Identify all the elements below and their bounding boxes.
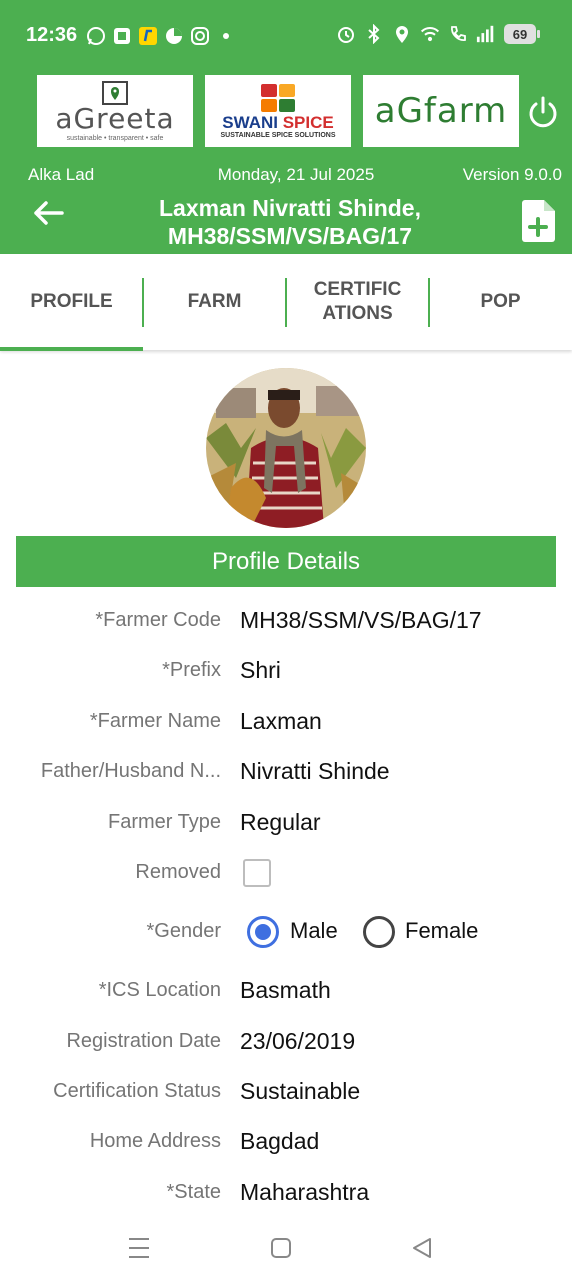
swani-spice-logo: SWANI SPICE SUSTAINABLE SPICE SOLUTIONS: [205, 75, 351, 147]
app-header: aGreeta sustainable • transparent • safe…: [0, 64, 572, 254]
agreeta-tagline: sustainable • transparent • safe: [66, 134, 164, 142]
app-version: Version 9.0.0: [462, 165, 562, 184]
prefix-row: *Prefix Shri: [0, 651, 572, 691]
arrow-left-icon: [34, 201, 64, 225]
gender-male-label[interactable]: Male: [290, 918, 338, 944]
farmer-type-label: Farmer Type: [108, 811, 221, 833]
tab-certifications[interactable]: CERTIFIC ATIONS: [286, 254, 429, 350]
back-button[interactable]: [30, 197, 70, 229]
removed-checkbox[interactable]: [243, 859, 271, 887]
add-document-button[interactable]: [520, 199, 556, 243]
farmer-name-value: Laxman: [240, 708, 322, 734]
ics-location-row: *ICS Location Basmath: [0, 971, 572, 1011]
active-tab-indicator: [0, 347, 143, 351]
removed-row: Removed: [0, 853, 572, 893]
wifi-icon: [420, 24, 440, 44]
certification-status-value: Sustainable: [240, 1078, 361, 1104]
registration-date-label: Registration Date: [66, 1030, 221, 1052]
gender-female-label[interactable]: Female: [405, 918, 478, 944]
battery-indicator: 69: [504, 24, 540, 44]
farmer-name-label: *Farmer Name: [89, 710, 221, 732]
flipkart-icon: [138, 26, 158, 46]
tab-bar: PROFILE FARM CERTIFIC ATIONS POP: [0, 254, 572, 350]
whatsapp-icon: [86, 26, 106, 46]
state-row: *State Maharashtra: [0, 1173, 572, 1213]
ics-location-value: Basmath: [240, 977, 331, 1003]
father-husband-label: Father/Husband N...: [40, 760, 221, 782]
call-icon: [448, 24, 468, 44]
agreeta-logo: aGreeta sustainable • transparent • safe: [37, 75, 193, 147]
removed-label: Removed: [135, 861, 221, 883]
gender-row: *Gender Male Female: [0, 912, 572, 952]
power-icon: [529, 96, 557, 128]
state-label: *State: [166, 1181, 221, 1203]
instagram-icon: [190, 26, 210, 46]
certification-status-row: Certification Status Sustainable: [0, 1072, 572, 1112]
tab-farm[interactable]: FARM: [143, 254, 286, 350]
menu-lines-icon: [129, 1238, 149, 1258]
status-bar: 12:36 69: [0, 0, 572, 64]
ics-location-label: *ICS Location: [98, 979, 221, 1001]
home-address-value: Bagdad: [240, 1128, 320, 1154]
swani-emblem-icon: [261, 83, 295, 112]
prefix-value: Shri: [240, 657, 281, 683]
app-icon: [112, 26, 132, 46]
agfarm-wordmark: aGfarm: [374, 91, 508, 131]
home-address-label: Home Address: [89, 1130, 221, 1152]
swani-tagline: SUSTAINABLE SPICE SOLUTIONS: [220, 131, 336, 139]
pie-icon: [164, 26, 184, 46]
registration-date-value: 23/06/2019: [240, 1028, 356, 1054]
farmer-code-value: MH38/SSM/VS/BAG/17: [240, 607, 482, 633]
profile-details-header: Profile Details: [16, 536, 556, 587]
farmer-photo: [206, 368, 366, 528]
recent-apps-button[interactable]: [119, 1228, 159, 1268]
farmer-type-row: Farmer Type Regular: [0, 803, 572, 843]
location-icon: [392, 24, 412, 44]
agfarm-logo: aGfarm: [363, 75, 519, 147]
registration-date-row: Registration Date 23/06/2019: [0, 1022, 572, 1062]
home-button[interactable]: [261, 1228, 301, 1268]
swani-name-part1: SWANI: [222, 112, 278, 132]
swani-wordmark: SWANI SPICE: [222, 112, 334, 132]
farmer-avatar[interactable]: [206, 368, 366, 528]
father-husband-row: Father/Husband N... Nivratti Shinde: [0, 752, 572, 792]
swani-name-part2: SPICE: [282, 112, 334, 132]
notification-icons: [86, 26, 236, 46]
bluetooth-icon: [364, 24, 384, 44]
farmer-name-row: *Farmer Name Laxman: [0, 702, 572, 742]
system-back-button[interactable]: [402, 1228, 442, 1268]
agreeta-pin-icon: [102, 80, 128, 105]
signal-icon: [476, 24, 496, 44]
square-icon: [271, 1238, 291, 1258]
farmer-type-value: Regular: [240, 809, 321, 835]
home-address-row: Home Address Bagdad: [0, 1122, 572, 1162]
alarm-icon: [336, 24, 356, 44]
tab-profile[interactable]: PROFILE: [0, 254, 143, 350]
power-button[interactable]: [523, 92, 563, 132]
gender-male-radio[interactable]: [247, 916, 279, 948]
state-value: Maharashtra: [240, 1179, 370, 1205]
dot-icon: [216, 26, 236, 46]
certification-status-label: Certification Status: [53, 1080, 221, 1102]
triangle-back-icon: [413, 1238, 431, 1258]
father-husband-value: Nivratti Shinde: [240, 758, 390, 784]
system-nav-bar: [0, 1216, 572, 1280]
farmer-code-label: *Farmer Code: [95, 609, 221, 631]
agreeta-wordmark: aGreeta: [55, 101, 175, 135]
farmer-title: Laxman Nivratti Shinde, MH38/SSM/VS/BAG/…: [158, 195, 421, 249]
prefix-label: *Prefix: [162, 659, 221, 681]
system-icons: 69: [336, 24, 540, 44]
gender-label: *Gender: [146, 920, 222, 942]
status-time: 12:36: [26, 24, 78, 46]
add-file-icon: [522, 200, 555, 242]
gender-female-radio[interactable]: [363, 916, 395, 948]
tab-pop[interactable]: POP: [429, 254, 572, 350]
farmer-code-row: *Farmer Code MH38/SSM/VS/BAG/17: [0, 601, 572, 641]
